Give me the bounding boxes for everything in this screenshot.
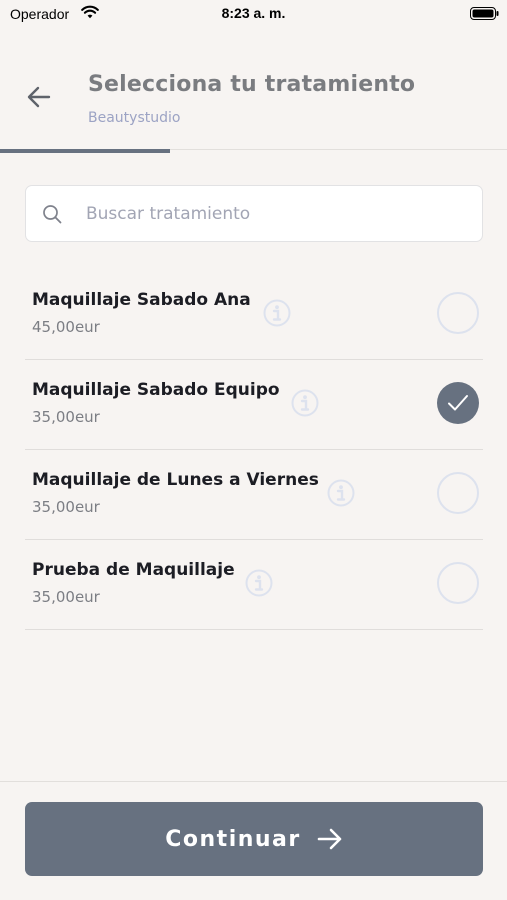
back-button[interactable] [22,80,56,114]
treatment-item[interactable]: Maquillaje Sabado Equipo 35,00eur [25,360,483,450]
treatment-price: 35,00eur [32,498,100,516]
select-radio[interactable] [437,562,479,604]
select-radio[interactable] [437,472,479,514]
treatment-price: 45,00eur [32,318,100,336]
arrow-left-icon [27,86,51,108]
continue-label: Continuar [165,826,301,852]
clock: 8:23 a. m. [221,5,286,21]
info-icon[interactable] [291,389,319,417]
info-icon[interactable] [245,569,273,597]
search-input[interactable] [86,186,476,241]
treatment-price: 35,00eur [32,408,100,426]
progress-bar [0,149,507,153]
check-icon [448,395,468,411]
continue-button[interactable]: Continuar [25,802,483,876]
search-box[interactable] [25,185,483,242]
treatment-name: Maquillaje Sabado Ana [32,290,251,310]
treatment-item[interactable]: Prueba de Maquillaje 35,00eur [25,540,483,630]
info-icon[interactable] [263,299,291,327]
page-title: Selecciona tu tratamiento [88,72,416,97]
page-subtitle: Beautystudio [88,110,181,126]
treatment-item[interactable]: Maquillaje de Lunes a Viernes 35,00eur [25,450,483,540]
treatment-list: Maquillaje Sabado Ana 45,00eur Maquillaj… [25,270,483,630]
battery-icon [470,7,499,20]
select-radio-checked[interactable] [437,382,479,424]
status-bar: Operador 8:23 a. m. [0,0,507,28]
treatment-name: Maquillaje de Lunes a Viernes [32,470,319,490]
arrow-right-icon [317,828,342,850]
treatment-name: Prueba de Maquillaje [32,560,235,580]
search-icon [43,205,62,224]
header: Selecciona tu tratamiento Beautystudio [0,28,507,150]
treatment-price: 35,00eur [32,588,100,606]
footer-divider [0,781,507,782]
progress-fill [0,149,170,153]
info-icon[interactable] [327,479,355,507]
treatment-item[interactable]: Maquillaje Sabado Ana 45,00eur [25,270,483,360]
select-radio[interactable] [437,292,479,334]
treatment-name: Maquillaje Sabado Equipo [32,380,280,400]
